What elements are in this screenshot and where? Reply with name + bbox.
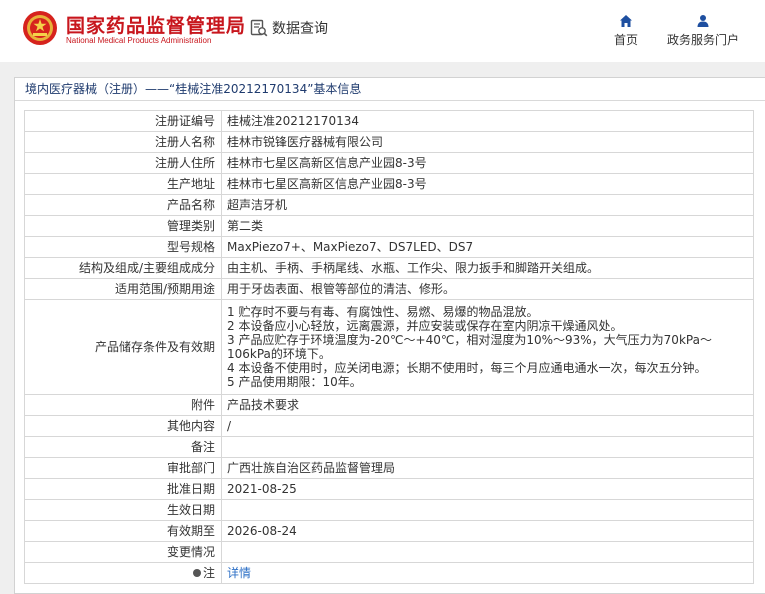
row-value: [221, 436, 754, 458]
row-label: 适用范围/预期用途: [24, 278, 222, 300]
note-label: 注: [202, 565, 215, 580]
row-label: 批准日期: [24, 478, 222, 500]
table-row-note: 注 详情: [24, 562, 754, 584]
data-query-link[interactable]: 数据查询: [250, 18, 328, 38]
row-value: 2026-08-24: [221, 520, 754, 542]
home-icon: [620, 15, 632, 27]
row-value: /: [221, 415, 754, 437]
data-query-icon: [250, 19, 268, 37]
table-row: 适用范围/预期用途 用于牙齿表面、根管等部位的清洁、修形。: [24, 278, 754, 300]
row-label: 产品名称: [24, 194, 222, 216]
row-label: 备注: [24, 436, 222, 458]
row-label: 型号规格: [24, 236, 222, 258]
row-value: 桂林市七星区高新区信息产业园8-3号: [221, 152, 754, 174]
storage-line: 4 本设备不使用时，应关闭电源；长期不使用时，每三个月应通电通水一次，每次五分钟…: [227, 361, 707, 375]
table-row: 结构及组成/主要组成成分 由主机、手柄、手柄尾线、水瓶、工作尖、限力扳手和脚踏开关…: [24, 257, 754, 279]
row-label: 注: [24, 562, 222, 584]
table-row: 备注: [24, 436, 754, 458]
table-row: 变更情况: [24, 541, 754, 563]
device-info-table: 注册证编号 桂械注准20212170134 注册人名称 桂林市锐锋医疗器械有限公司 注册…: [24, 110, 754, 584]
storage-conditions: 1 贮存时不要与有毒、有腐蚀性、易燃、易爆的物品混放。 2 本设备应小心轻放，远…: [221, 299, 754, 395]
details-link[interactable]: 详情: [227, 566, 251, 580]
row-value: 第二类: [221, 215, 754, 237]
table-row: 生效日期: [24, 499, 754, 521]
table-row: 产品名称 超声洁牙机: [24, 194, 754, 216]
row-value: 桂林市锐锋医疗器械有限公司: [221, 131, 754, 153]
row-value: 2021-08-25: [221, 478, 754, 500]
row-value: 广西壮族自治区药品监督管理局: [221, 457, 754, 479]
row-label: 审批部门: [24, 457, 222, 479]
row-label: 管理类别: [24, 215, 222, 237]
nav-service-portal[interactable]: 政务服务门户: [667, 14, 739, 48]
panel-title-text: 境内医疗器械（注册）——“桂械注准20212170134”基本信息: [25, 82, 362, 96]
row-value: 桂械注准20212170134: [221, 110, 754, 132]
storage-line: 5 产品使用期限：10年。: [227, 375, 362, 389]
table-row: 有效期至 2026-08-24: [24, 520, 754, 542]
row-label: 注册人住所: [24, 152, 222, 174]
note-bullet-icon: [192, 569, 201, 577]
row-value: [221, 541, 754, 563]
table-row: 附件 产品技术要求: [24, 394, 754, 416]
storage-line: 2 本设备应小心轻放，远离震源，并应安装或保存在室内阴凉干燥通风处。: [227, 319, 623, 333]
table-row: 注册人名称 桂林市锐锋医疗器械有限公司: [24, 131, 754, 153]
nav-home[interactable]: 首页: [614, 14, 638, 48]
row-label: 注册证编号: [24, 110, 222, 132]
row-label: 产品储存条件及有效期: [24, 299, 222, 395]
row-label: 结构及组成/主要组成成分: [24, 257, 222, 279]
row-label: 有效期至: [24, 520, 222, 542]
row-value: 超声洁牙机: [221, 194, 754, 216]
row-label: 生产地址: [24, 173, 222, 195]
row-label: 附件: [24, 394, 222, 416]
site-header: 国家药品监督管理局 National Medical Products Admi…: [0, 0, 765, 62]
brand-title-en: National Medical Products Administration: [66, 36, 212, 45]
row-label: 注册人名称: [24, 131, 222, 153]
row-value: 产品技术要求: [221, 394, 754, 416]
table-row-storage: 产品储存条件及有效期 1 贮存时不要与有毒、有腐蚀性、易燃、易爆的物品混放。 2…: [24, 299, 754, 395]
table-row: 生产地址 桂林市七星区高新区信息产业园8-3号: [24, 173, 754, 195]
row-value: 详情: [221, 562, 754, 584]
user-icon: [697, 15, 709, 27]
nav-service-portal-label: 政务服务门户: [667, 33, 740, 47]
table-row: 注册证编号 桂械注准20212170134: [24, 110, 754, 132]
brand-title-cn: 国家药品监督管理局: [66, 15, 247, 37]
table-row: 注册人住所 桂林市七星区高新区信息产业园8-3号: [24, 152, 754, 174]
row-label: 变更情况: [24, 541, 222, 563]
row-value: MaxPiezo7+、MaxPiezo7、DS7LED、DS7: [221, 236, 754, 258]
data-query-label: 数据查询: [272, 21, 328, 37]
nav-home-label: 首页: [614, 33, 639, 47]
row-value: 用于牙齿表面、根管等部位的清洁、修形。: [221, 278, 754, 300]
table-row: 管理类别 第二类: [24, 215, 754, 237]
row-value: 由主机、手柄、手柄尾线、水瓶、工作尖、限力扳手和脚踏开关组成。: [221, 257, 754, 279]
table-row: 审批部门 广西壮族自治区药品监督管理局: [24, 457, 754, 479]
table-row: 批准日期 2021-08-25: [24, 478, 754, 500]
national-emblem-icon: [23, 11, 57, 45]
table-row: 其他内容 /: [24, 415, 754, 437]
row-value: 桂林市七星区高新区信息产业园8-3号: [221, 173, 754, 195]
row-label: 其他内容: [24, 415, 222, 437]
panel-title: 境内医疗器械（注册）——“桂械注准20212170134”基本信息: [15, 78, 765, 101]
storage-line: 1 贮存时不要与有毒、有腐蚀性、易燃、易爆的物品混放。: [227, 305, 539, 319]
table-row: 型号规格 MaxPiezo7+、MaxPiezo7、DS7LED、DS7: [24, 236, 754, 258]
storage-line: 3 产品应贮存于环境温度为-20℃～+40℃，相对湿度为10%～93%，大气压力…: [227, 333, 712, 361]
row-label: 生效日期: [24, 499, 222, 521]
row-value: [221, 499, 754, 521]
